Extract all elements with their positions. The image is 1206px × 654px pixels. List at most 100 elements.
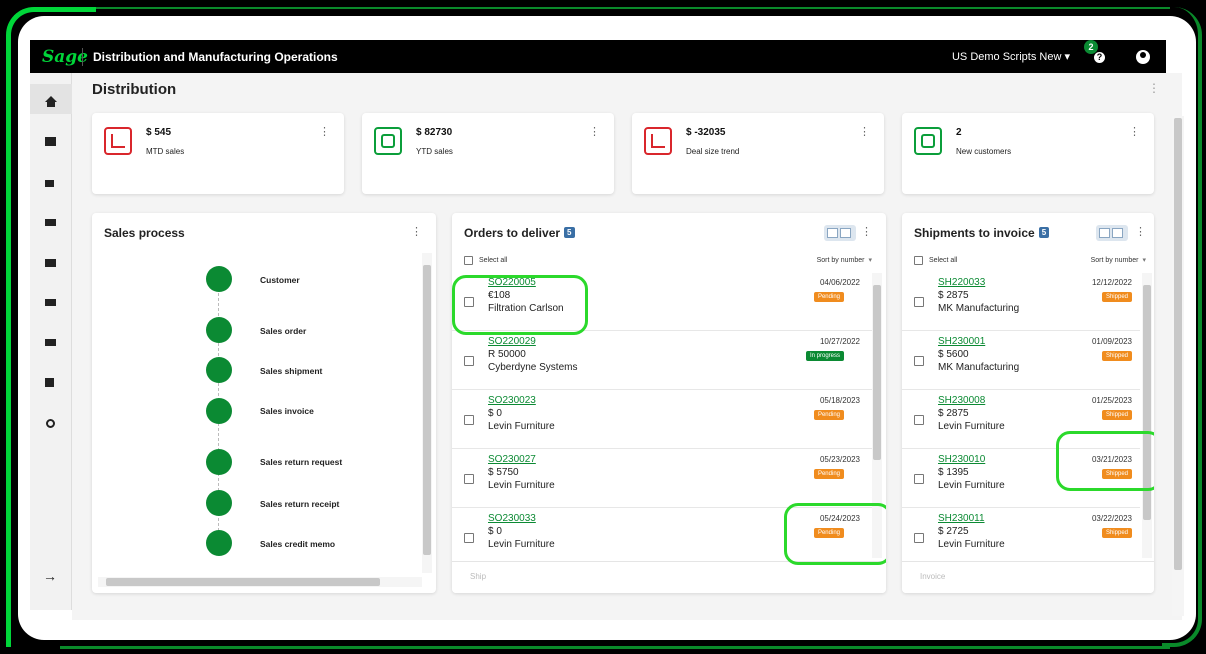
process-step-customer[interactable] (206, 266, 232, 292)
process-step-sales-order[interactable] (206, 317, 232, 343)
order-link[interactable]: SO230023 (488, 395, 536, 406)
scroll-thumb[interactable] (873, 285, 881, 460)
kpi-value: $ -32035 (686, 127, 726, 138)
row-amount: $ 5750 (488, 467, 519, 478)
grid-icon[interactable] (45, 378, 54, 387)
scroll-thumb[interactable] (1174, 118, 1182, 570)
kpi-more-icon[interactable]: ⋮ (859, 125, 870, 138)
card-more-icon[interactable]: ⋮ (1135, 225, 1146, 238)
hierarchy-icon[interactable] (45, 219, 56, 226)
status-badge: Pending (813, 469, 844, 479)
page-more-icon[interactable]: ⋮ (1148, 81, 1160, 95)
kpi-more-icon[interactable]: ⋮ (1129, 125, 1140, 138)
sort-dropdown[interactable]: Sort by number ▾ (817, 256, 872, 264)
process-step-sales-shipment[interactable] (206, 357, 232, 383)
calculator-icon[interactable] (45, 339, 56, 346)
kpi-more-icon[interactable]: ⋮ (319, 125, 330, 138)
status-badge: Shipped (1101, 410, 1132, 420)
view-toggle[interactable] (1096, 225, 1128, 241)
shipment-link[interactable]: SH230010 (938, 454, 985, 465)
vertical-scrollbar[interactable] (422, 253, 432, 573)
row-checkbox[interactable] (914, 474, 924, 484)
ship-button[interactable]: Ship (470, 572, 486, 581)
select-all[interactable]: Select all (914, 256, 957, 265)
row-checkbox[interactable] (914, 356, 924, 366)
card-more-icon[interactable]: ⋮ (411, 225, 422, 238)
kpi-value: $ 82730 (416, 127, 453, 138)
table-row[interactable]: SO220029 R 50000 Cyberdyne Systems 10/27… (452, 332, 872, 390)
scroll-thumb[interactable] (423, 265, 431, 555)
shipment-link[interactable]: SH230008 (938, 395, 985, 406)
order-link[interactable]: SO220029 (488, 336, 536, 347)
invoice-button[interactable]: Invoice (920, 572, 945, 581)
select-all-checkbox[interactable] (914, 256, 923, 265)
table-row[interactable]: SH230011 $ 2725 Levin Furniture 03/22/20… (902, 509, 1140, 567)
row-checkbox[interactable] (914, 415, 924, 425)
status-badge: Shipped (1101, 351, 1132, 361)
kpi-card-new-customers[interactable]: 2 New customers ⋮ (902, 113, 1154, 194)
horizontal-scrollbar[interactable] (98, 577, 422, 587)
truck-icon[interactable] (45, 299, 56, 306)
row-amount: $ 0 (488, 526, 502, 537)
table-row[interactable]: SO230027 $ 5750 Levin Furniture 05/23/20… (452, 450, 872, 508)
select-all-checkbox[interactable] (464, 256, 473, 265)
row-checkbox[interactable] (464, 356, 474, 366)
kpi-more-icon[interactable]: ⋮ (589, 125, 600, 138)
row-date: 01/25/2023 (1091, 396, 1132, 405)
help-button[interactable]: 2 ? (1084, 39, 1106, 65)
kpi-card-ytd-sales[interactable]: $ 82730 YTD sales ⋮ (362, 113, 614, 194)
table-row[interactable]: SH220033 $ 2875 MK Manufacturing 12/12/2… (902, 273, 1140, 331)
help-icon[interactable]: ? (1094, 51, 1105, 63)
shipment-link[interactable]: SH230001 (938, 336, 985, 347)
card-title: Orders to deliver 5 (464, 226, 575, 240)
sales-process-card: Sales process ⋮ Customer Sales order Sal… (92, 213, 436, 593)
card-more-icon[interactable]: ⋮ (861, 225, 872, 238)
trend-down-icon (644, 127, 672, 155)
select-all[interactable]: Select all (464, 256, 507, 265)
process-step-sales-invoice[interactable] (206, 398, 232, 424)
frame-line-bottom (60, 646, 1170, 649)
row-customer: Cyberdyne Systems (488, 362, 578, 373)
view-toggle[interactable] (824, 225, 856, 241)
shipment-link[interactable]: SH230011 (938, 513, 985, 524)
factory-icon[interactable] (45, 259, 56, 267)
process-step-sales-return-request[interactable] (206, 449, 232, 475)
user-icon[interactable] (1136, 49, 1150, 64)
row-checkbox[interactable] (914, 533, 924, 543)
gear-icon[interactable] (46, 419, 55, 428)
row-amount: $ 2875 (938, 290, 969, 301)
shipment-link[interactable]: SH220033 (938, 277, 985, 288)
select-all-label: Select all (929, 257, 958, 264)
company-selector[interactable]: US Demo Scripts New ▾ (952, 50, 1070, 63)
row-date: 05/23/2023 (819, 455, 860, 464)
order-link[interactable]: SO230033 (488, 513, 536, 524)
row-checkbox[interactable] (464, 474, 474, 484)
vertical-scrollbar[interactable] (1142, 273, 1152, 558)
row-checkbox[interactable] (464, 533, 474, 543)
orders-count-badge: 5 (564, 227, 575, 238)
process-step-sales-return-receipt[interactable] (206, 490, 232, 516)
kpi-card-deal-size-trend[interactable]: $ -32035 Deal size trend ⋮ (632, 113, 884, 194)
row-checkbox[interactable] (464, 415, 474, 425)
expand-arrow-icon[interactable]: → (43, 568, 57, 584)
table-row[interactable]: SH230001 $ 5600 MK Manufacturing 01/09/2… (902, 332, 1140, 390)
kpi-card-mtd-sales[interactable]: $ 545 MTD sales ⋮ (92, 113, 344, 194)
row-date: 04/06/2022 (819, 278, 860, 287)
trend-down-icon (104, 127, 132, 155)
sage-logo[interactable]: Sage (30, 47, 88, 67)
list-icon[interactable] (45, 137, 56, 146)
cart-icon[interactable] (45, 180, 54, 187)
scroll-thumb[interactable] (106, 578, 380, 586)
process-label: Sales order (260, 326, 307, 336)
status-badge: Shipped (1101, 528, 1132, 538)
card-footer: Invoice (902, 561, 1154, 593)
table-row[interactable]: SO230023 $ 0 Levin Furniture 05/18/2023 … (452, 391, 872, 449)
top-bar: Sage Distribution and Manufacturing Oper… (30, 39, 1166, 73)
process-step-sales-credit-memo[interactable] (206, 530, 232, 556)
shipments-title: Shipments to invoice (914, 226, 1035, 240)
page-scrollbar[interactable] (1172, 116, 1184, 616)
row-checkbox[interactable] (914, 297, 924, 307)
order-link[interactable]: SO230027 (488, 454, 536, 465)
sort-dropdown[interactable]: Sort by number ▾ (1091, 256, 1146, 264)
shipments-to-invoice-card: Shipments to invoice 5 ⋮ Select all Sort … (902, 213, 1154, 593)
